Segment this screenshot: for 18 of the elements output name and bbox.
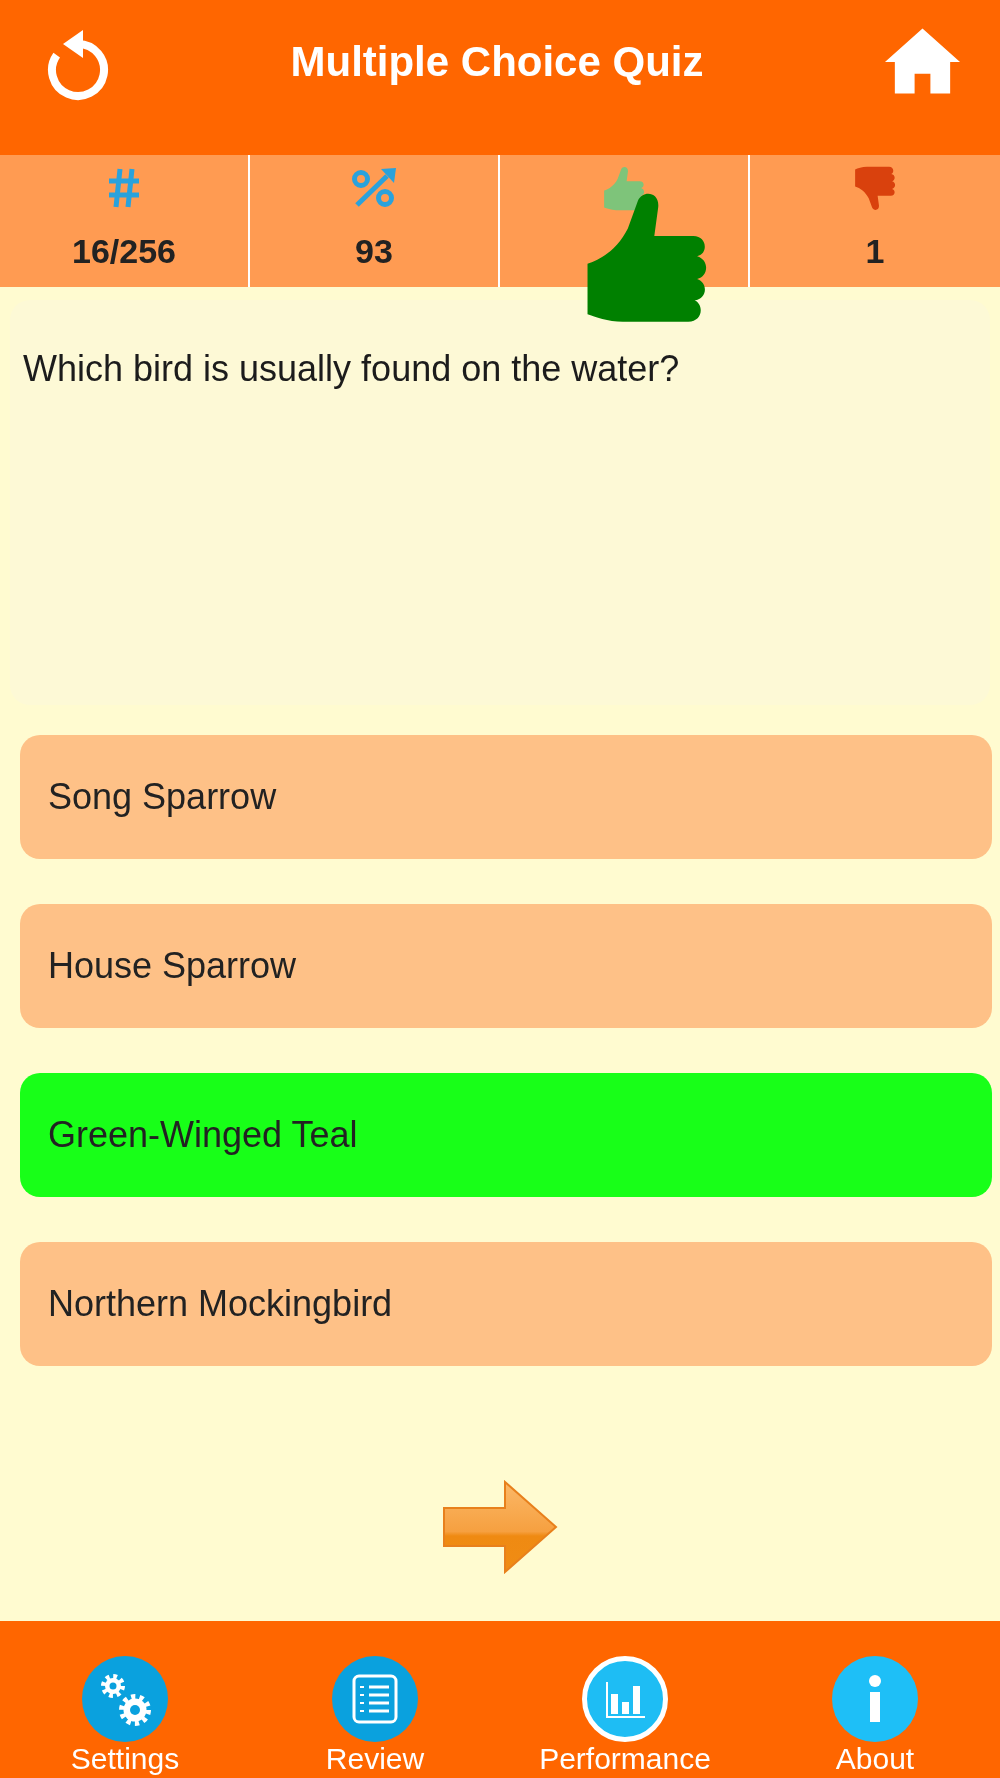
stat-value: 16/256: [72, 231, 176, 271]
info-icon: [832, 1656, 918, 1742]
answer-option[interactable]: Green-Winged Teal: [20, 1073, 992, 1197]
answer-option[interactable]: House Sparrow: [20, 904, 992, 1028]
home-icon[interactable]: [883, 26, 962, 96]
right-arrow-icon[interactable]: [442, 1480, 558, 1574]
percent-icon: [351, 168, 397, 208]
bar-chart-icon: [582, 1656, 668, 1742]
gears-icon: [82, 1656, 168, 1742]
thumbs-down-icon: [852, 165, 898, 211]
list-icon: [332, 1656, 418, 1742]
stat-value: 1: [865, 231, 885, 271]
quiz-title: Multiple Choice Quiz: [290, 37, 704, 87]
question-text: Which bird is usually found on the water?: [23, 347, 681, 390]
hash-icon: [108, 167, 140, 209]
stat-value: 93: [355, 231, 393, 271]
answer-option[interactable]: Song Sparrow: [20, 735, 992, 859]
answer-option[interactable]: Northern Mockingbird: [20, 1242, 992, 1366]
